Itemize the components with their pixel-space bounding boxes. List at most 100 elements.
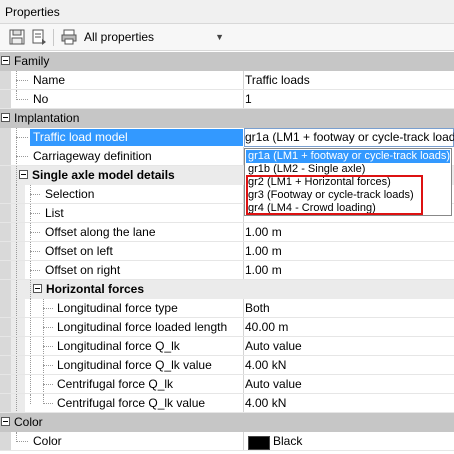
tree-tick — [16, 80, 28, 82]
column-divider — [243, 394, 244, 413]
row-margin — [0, 204, 11, 223]
property-value[interactable]: Traffic loads — [245, 71, 310, 90]
property-label: No — [33, 92, 49, 106]
category-label: Color — [14, 415, 43, 429]
column-divider — [243, 261, 244, 280]
property-value[interactable]: 1 — [245, 90, 252, 109]
category-color[interactable]: Color — [0, 413, 454, 432]
property-value[interactable]: Auto value — [245, 337, 302, 356]
column-divider — [243, 375, 244, 394]
tree-line — [16, 223, 17, 242]
row-margin — [0, 375, 11, 394]
category-label: Family — [14, 54, 50, 68]
property-filter-select[interactable]: All properties ▼ — [84, 27, 232, 47]
print-icon[interactable] — [61, 29, 77, 45]
collapse-icon[interactable] — [33, 284, 42, 293]
group-label: Horizontal forces — [46, 282, 145, 296]
row-name[interactable]: Name Traffic loads — [0, 71, 454, 90]
property-label: Carriageway definition — [33, 149, 152, 163]
column-divider — [243, 223, 244, 242]
window-title: Properties — [0, 0, 454, 24]
row-horizontal-forces[interactable]: Horizontal forces — [0, 280, 454, 299]
traffic-load-model-combobox[interactable]: gr1a (LM1 + footway or cycle-track loads… — [244, 128, 454, 147]
row-margin — [0, 71, 11, 90]
column-divider — [243, 299, 244, 318]
tree-line — [16, 337, 17, 356]
row-margin — [11, 204, 25, 223]
tree-tick — [43, 327, 53, 329]
tree-line — [16, 261, 17, 280]
properties-icon[interactable] — [31, 29, 47, 45]
collapse-icon[interactable] — [19, 170, 28, 179]
column-divider — [243, 318, 244, 337]
tree-line — [16, 166, 17, 185]
row-offset-along-lane[interactable]: Offset along the lane 1.00 m — [0, 223, 454, 242]
row-margin — [0, 432, 11, 451]
property-value[interactable]: 4.00 kN — [245, 356, 286, 375]
row-longitudinal-force-qlk[interactable]: Longitudinal force Q_lk Auto value — [0, 337, 454, 356]
row-offset-on-left[interactable]: Offset on left 1.00 m — [0, 242, 454, 261]
property-value[interactable]: 4.00 kN — [245, 394, 286, 413]
collapse-icon[interactable] — [1, 56, 10, 65]
row-longitudinal-force-type[interactable]: Longitudinal force type Both — [0, 299, 454, 318]
row-margin — [11, 337, 25, 356]
tree-line — [16, 242, 17, 261]
combobox-value: gr1a (LM1 + footway or cycle-track loads… — [245, 130, 454, 144]
color-swatch[interactable] — [248, 436, 270, 450]
dropdown-option[interactable]: gr1a (LM1 + footway or cycle-track loads… — [246, 150, 450, 163]
property-label: Name — [33, 73, 66, 87]
row-margin — [0, 261, 11, 280]
property-value[interactable]: 1.00 m — [245, 223, 282, 242]
row-centrifugal-force-qlk[interactable]: Centrifugal force Q_lk Auto value — [0, 375, 454, 394]
property-label: Traffic load model — [33, 130, 128, 144]
tree-line — [30, 299, 31, 318]
highlight-box — [246, 175, 423, 215]
tree-line — [16, 356, 17, 375]
tree-line — [30, 337, 31, 356]
row-color[interactable]: Color Black — [0, 432, 454, 451]
row-divider — [0, 450, 454, 451]
tree-line — [16, 280, 17, 299]
property-label: Offset on right — [45, 263, 121, 277]
row-longitudinal-force-loaded-length[interactable]: Longitudinal force loaded length 40.00 m — [0, 318, 454, 337]
row-margin — [11, 299, 25, 318]
row-no[interactable]: No 1 — [0, 90, 454, 109]
save-icon[interactable] — [9, 29, 25, 45]
tree-line — [16, 394, 17, 413]
row-margin — [0, 128, 11, 147]
property-label: Longitudinal force type — [57, 301, 178, 315]
row-margin — [11, 223, 25, 242]
property-label: Centrifugal force Q_lk — [57, 377, 174, 391]
category-family[interactable]: Family — [0, 52, 454, 71]
row-margin — [11, 261, 25, 280]
tree-tick — [16, 441, 28, 443]
collapse-icon[interactable] — [1, 113, 10, 122]
row-margin — [11, 394, 25, 413]
row-margin — [0, 337, 11, 356]
chevron-down-icon: ▼ — [215, 32, 224, 42]
tree-line — [16, 375, 17, 394]
row-margin — [0, 318, 11, 337]
property-value[interactable]: Both — [245, 299, 270, 318]
row-traffic-load-model[interactable]: Traffic load model gr1a (LM1 + footway o… — [0, 128, 454, 147]
column-divider — [243, 90, 244, 109]
property-label: Selection — [45, 187, 95, 201]
row-margin — [0, 90, 11, 109]
tree-tick — [43, 365, 53, 367]
property-value[interactable]: 40.00 m — [245, 318, 288, 337]
tree-line — [16, 204, 17, 223]
tree-tick — [30, 213, 40, 215]
category-implantation[interactable]: Implantation — [0, 109, 454, 128]
row-margin — [11, 185, 25, 204]
row-margin — [0, 356, 11, 375]
property-value[interactable]: Auto value — [245, 375, 302, 394]
row-longitudinal-force-qlk-value[interactable]: Longitudinal force Q_lk value 4.00 kN — [0, 356, 454, 375]
collapse-icon[interactable] — [1, 417, 10, 426]
property-value[interactable]: Black — [273, 432, 302, 451]
property-value[interactable]: 1.00 m — [245, 261, 282, 280]
property-label: Offset on left — [45, 244, 113, 258]
tree-tick — [30, 194, 40, 196]
property-value[interactable]: 1.00 m — [245, 242, 282, 261]
row-offset-on-right[interactable]: Offset on right 1.00 m — [0, 261, 454, 280]
row-centrifugal-force-qlk-value[interactable]: Centrifugal force Q_lk value 4.00 kN — [0, 394, 454, 413]
